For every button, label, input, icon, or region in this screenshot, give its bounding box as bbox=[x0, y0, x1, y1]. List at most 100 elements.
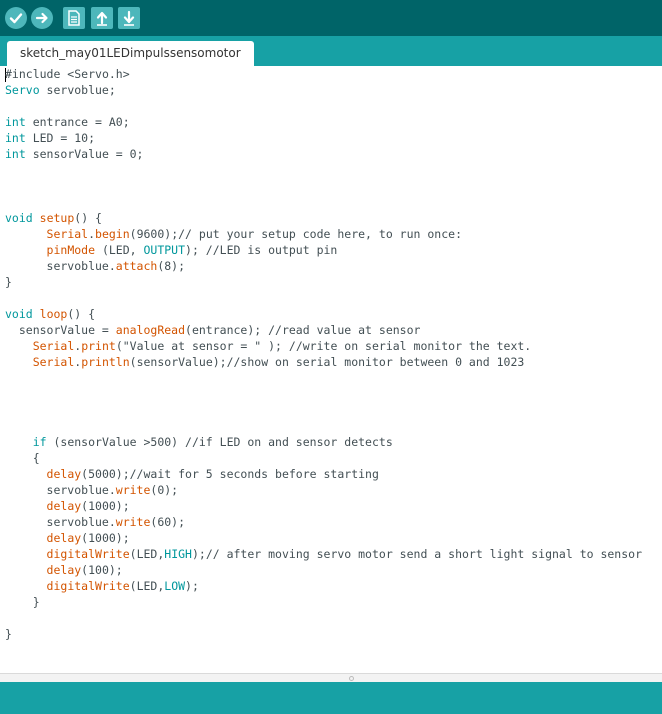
code-token: OUTPUT bbox=[143, 243, 186, 257]
code-line[interactable]: if (sensorValue >500) //if LED on and se… bbox=[5, 434, 662, 450]
code-token: Servo.h bbox=[74, 67, 123, 81]
code-token: entrance = A0; bbox=[25, 115, 130, 129]
code-line[interactable]: delay(100); bbox=[5, 562, 662, 578]
code-line[interactable]: servoblue.attach(8); bbox=[5, 258, 662, 274]
divider-handle-icon[interactable] bbox=[349, 676, 354, 681]
toolbar bbox=[0, 0, 662, 36]
code-token: ); //LED is output pin bbox=[185, 243, 338, 257]
code-token: Serial bbox=[32, 339, 75, 353]
code-token: } bbox=[5, 275, 12, 289]
code-token: > bbox=[122, 67, 130, 81]
code-token: (LED, bbox=[129, 547, 165, 561]
arrow-right-icon bbox=[35, 12, 48, 24]
code-line[interactable]: pinMode (LED, OUTPUT); //LED is output p… bbox=[5, 242, 662, 258]
tab-sketch[interactable]: sketch_may01LEDimpulssensomotor bbox=[7, 41, 254, 66]
code-token: attach bbox=[115, 259, 158, 273]
code-line[interactable] bbox=[5, 290, 662, 306]
code-line[interactable]: delay(1000); bbox=[5, 530, 662, 546]
code-token: () { bbox=[67, 307, 96, 321]
code-line[interactable]: digitalWrite(LED,LOW); bbox=[5, 578, 662, 594]
code-token: setup bbox=[39, 211, 75, 225]
code-token: } bbox=[5, 595, 40, 609]
code-token: (0); bbox=[150, 483, 179, 497]
code-line[interactable]: Serial.println(sensorValue);//show on se… bbox=[5, 354, 662, 370]
arrow-down-icon bbox=[123, 10, 135, 26]
code-token: (sensorValue >500) //if LED on and senso… bbox=[46, 435, 393, 449]
code-token: write bbox=[115, 515, 151, 529]
code-token: (sensorValue);//show on serial monitor b… bbox=[129, 355, 525, 369]
code-line[interactable]: { bbox=[5, 450, 662, 466]
code-token: delay bbox=[46, 531, 82, 545]
code-token: Servo bbox=[5, 83, 40, 97]
code-line[interactable]: } bbox=[5, 274, 662, 290]
code-line[interactable]: sensorValue = analogRead(entrance); //re… bbox=[5, 322, 662, 338]
code-editor[interactable]: #include <Servo.h> Servo servoblue; int en… bbox=[0, 66, 662, 673]
code-token: servoblue. bbox=[5, 515, 116, 529]
code-line[interactable]: } bbox=[5, 594, 662, 610]
code-token: sensorValue = bbox=[5, 323, 116, 337]
code-token: (60); bbox=[150, 515, 186, 529]
code-token: Serial bbox=[32, 355, 75, 369]
code-line[interactable] bbox=[5, 402, 662, 418]
code-line[interactable]: void setup() { bbox=[5, 210, 662, 226]
code-line[interactable]: delay(1000); bbox=[5, 498, 662, 514]
code-area[interactable]: #include <Servo.h> Servo servoblue; int en… bbox=[5, 66, 662, 642]
code-line[interactable]: servoblue.write(60); bbox=[5, 514, 662, 530]
code-token: ("Value at sensor = " ); //write on seri… bbox=[115, 339, 532, 353]
code-token: LOW bbox=[164, 579, 186, 593]
code-token: } bbox=[5, 627, 12, 641]
code-line[interactable]: } bbox=[5, 626, 662, 642]
code-token: ); bbox=[185, 579, 199, 593]
code-line[interactable]: Serial.begin(9600);// put your setup cod… bbox=[5, 226, 662, 242]
code-line[interactable]: int LED = 10; bbox=[5, 130, 662, 146]
code-token: delay bbox=[46, 467, 82, 481]
pane-divider[interactable] bbox=[0, 673, 662, 682]
code-token: void bbox=[5, 307, 33, 321]
code-token: (1000); bbox=[81, 499, 130, 513]
code-line[interactable] bbox=[5, 610, 662, 626]
code-line[interactable] bbox=[5, 370, 662, 386]
code-token: int bbox=[5, 131, 26, 145]
code-token: print bbox=[81, 339, 116, 353]
code-line[interactable]: void loop() { bbox=[5, 306, 662, 322]
code-token: servoblue; bbox=[39, 83, 116, 97]
code-token: loop bbox=[39, 307, 68, 321]
code-token: digitalWrite bbox=[46, 579, 130, 593]
code-token: servoblue. bbox=[5, 259, 116, 273]
code-line[interactable]: servoblue.write(0); bbox=[5, 482, 662, 498]
tab-bar: sketch_may01LEDimpulssensomotor bbox=[0, 36, 662, 66]
code-line[interactable]: Servo servoblue; bbox=[5, 82, 662, 98]
code-token: write bbox=[115, 483, 151, 497]
code-line[interactable] bbox=[5, 162, 662, 178]
code-token: delay bbox=[46, 563, 82, 577]
code-line[interactable]: int entrance = A0; bbox=[5, 114, 662, 130]
code-line[interactable] bbox=[5, 178, 662, 194]
new-sketch-button[interactable] bbox=[63, 7, 85, 29]
code-token: );// after moving servo motor send a sho… bbox=[191, 547, 643, 561]
code-token: (8); bbox=[157, 259, 186, 273]
verify-button[interactable] bbox=[5, 7, 27, 29]
code-token: println bbox=[81, 355, 130, 369]
code-line[interactable]: Serial.print("Value at sensor = " ); //w… bbox=[5, 338, 662, 354]
open-button[interactable] bbox=[91, 7, 113, 29]
code-line[interactable] bbox=[5, 98, 662, 114]
code-token: servoblue. bbox=[5, 483, 116, 497]
code-line[interactable] bbox=[5, 418, 662, 434]
arrow-up-icon bbox=[96, 11, 108, 26]
upload-button[interactable] bbox=[31, 7, 53, 29]
code-token: (LED, bbox=[95, 243, 144, 257]
save-button[interactable] bbox=[118, 7, 140, 29]
code-line[interactable]: delay(5000);//wait for 5 seconds before … bbox=[5, 466, 662, 482]
code-line[interactable]: int sensorValue = 0; bbox=[5, 146, 662, 162]
console-panel bbox=[0, 682, 662, 714]
code-line[interactable] bbox=[5, 386, 662, 402]
code-line[interactable]: #include <Servo.h> bbox=[5, 66, 662, 82]
code-token: delay bbox=[46, 499, 82, 513]
code-line[interactable] bbox=[5, 194, 662, 210]
code-token: LED = 10; bbox=[25, 131, 96, 145]
code-line[interactable]: digitalWrite(LED,HIGH);// after moving s… bbox=[5, 546, 662, 562]
